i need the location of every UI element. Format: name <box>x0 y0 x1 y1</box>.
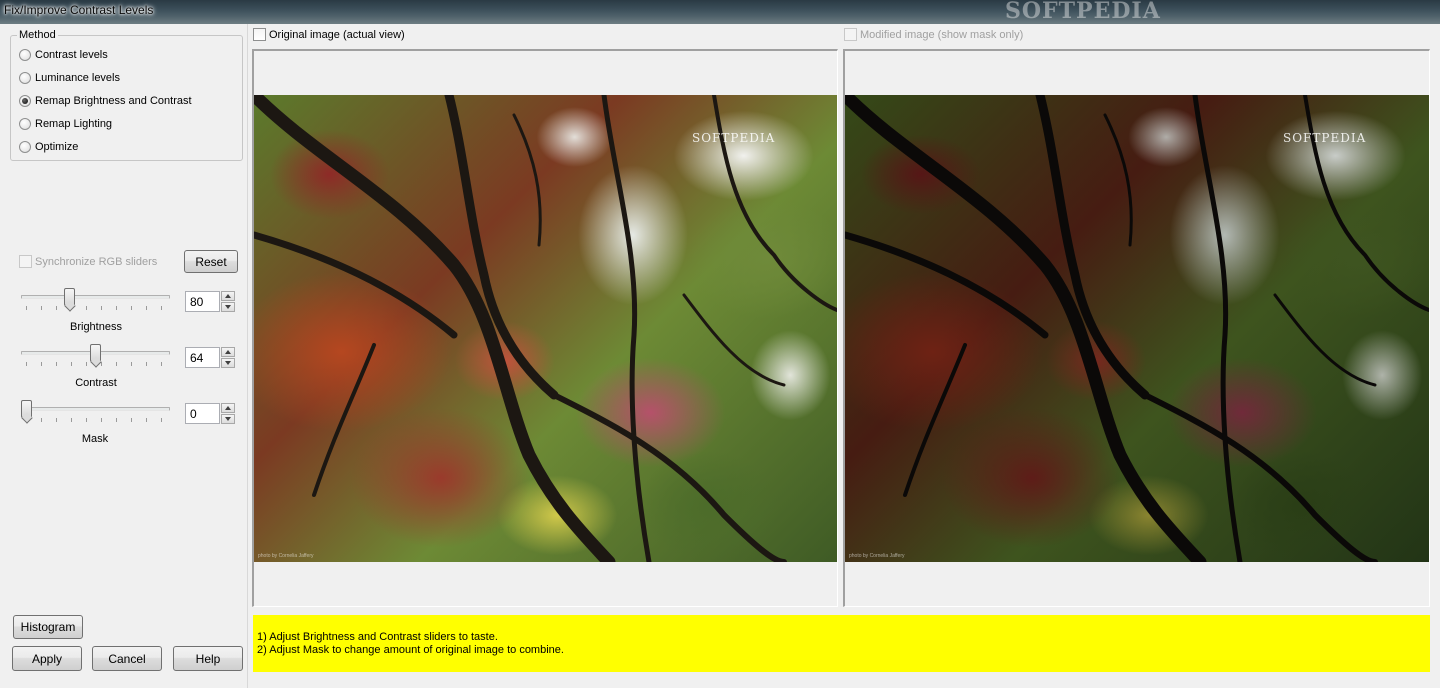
sync-rgb-checkbox-row[interactable]: Synchronize RGB sliders <box>19 255 157 268</box>
help-button[interactable]: Help <box>173 646 243 671</box>
radio-label: Remap Brightness and Contrast <box>35 95 192 107</box>
reset-button[interactable]: Reset <box>184 250 238 273</box>
instructions-box: 1) Adjust Brightness and Contrast slider… <box>253 615 1430 672</box>
original-image: SOFTPEDIA photo by Cornelia Jaffery <box>254 95 837 562</box>
method-legend: Method <box>17 29 58 41</box>
mask-slider-ticks <box>26 418 166 422</box>
modified-view-checkbox[interactable] <box>844 28 857 41</box>
apply-button[interactable]: Apply <box>12 646 82 671</box>
original-view-checkbox-row[interactable]: Original image (actual view) <box>253 28 405 41</box>
mask-spinner[interactable] <box>221 403 235 424</box>
modified-image: SOFTPEDIA photo by Cornelia Jaffery <box>845 95 1429 562</box>
brightness-slider-ticks <box>26 306 166 310</box>
image-watermark: SOFTPEDIA <box>692 131 776 145</box>
radio-button-selected[interactable] <box>19 95 31 107</box>
radio-button[interactable] <box>19 49 31 61</box>
contrast-spinner[interactable] <box>221 347 235 368</box>
radio-luminance-levels[interactable]: Luminance levels <box>19 70 120 86</box>
branches-overlay <box>254 95 837 562</box>
instruction-line-1: 1) Adjust Brightness and Contrast slider… <box>257 631 498 643</box>
modified-view-label: Modified image (show mask only) <box>860 28 1024 41</box>
spin-up-icon[interactable] <box>221 403 235 413</box>
mask-value-input[interactable]: 0 <box>185 403 220 424</box>
cancel-button[interactable]: Cancel <box>92 646 162 671</box>
contrast-label: Contrast <box>75 377 117 389</box>
window-title: Fix/Improve Contrast Levels <box>4 3 154 17</box>
title-watermark: SOFTPEDIA <box>1005 0 1161 24</box>
radio-contrast-levels[interactable]: Contrast levels <box>19 47 108 63</box>
spin-down-icon[interactable] <box>221 302 235 312</box>
brightness-slider-track[interactable] <box>21 295 170 299</box>
radio-button[interactable] <box>19 118 31 130</box>
modified-view-checkbox-row[interactable]: Modified image (show mask only) <box>844 28 1023 41</box>
radio-remap-lighting[interactable]: Remap Lighting <box>19 116 112 132</box>
mask-slider-thumb[interactable] <box>21 400 32 418</box>
radio-label: Remap Lighting <box>35 118 113 130</box>
title-bar[interactable]: Fix/Improve Contrast Levels SOFTPEDIA <box>0 0 1440 24</box>
spin-up-icon[interactable] <box>221 291 235 301</box>
image-credit: photo by Cornelia Jaffery <box>258 553 314 559</box>
branches-overlay <box>845 95 1429 562</box>
brightness-slider-thumb[interactable] <box>64 288 76 306</box>
brightness-value-input[interactable]: 80 <box>185 291 220 312</box>
image-credit: photo by Cornelia Jaffery <box>849 553 905 559</box>
radio-label: Luminance levels <box>35 72 120 84</box>
contrast-slider-thumb[interactable] <box>90 344 101 362</box>
histogram-button[interactable]: Histogram <box>13 615 83 639</box>
brightness-label: Brightness <box>70 321 122 333</box>
radio-label: Optimize <box>35 141 79 153</box>
radio-optimize[interactable]: Optimize <box>19 139 78 155</box>
contrast-value-input[interactable]: 64 <box>185 347 220 368</box>
sync-rgb-label: Synchronize RGB sliders <box>35 255 158 268</box>
spin-up-icon[interactable] <box>221 347 235 357</box>
radio-label: Contrast levels <box>35 49 108 61</box>
sync-rgb-checkbox[interactable] <box>19 255 32 268</box>
mask-label: Mask <box>81 433 109 445</box>
spin-down-icon[interactable] <box>221 414 235 424</box>
radio-button[interactable] <box>19 141 31 153</box>
brightness-spinner[interactable] <box>221 291 235 312</box>
mask-slider-track[interactable] <box>21 407 170 411</box>
original-view-checkbox[interactable] <box>253 28 266 41</box>
instruction-line-2: 2) Adjust Mask to change amount of origi… <box>257 644 564 656</box>
spin-down-icon[interactable] <box>221 358 235 368</box>
image-watermark: SOFTPEDIA <box>1283 131 1367 145</box>
original-view-label: Original image (actual view) <box>269 28 405 41</box>
radio-remap-brightness-contrast[interactable]: Remap Brightness and Contrast <box>19 93 192 109</box>
radio-button[interactable] <box>19 72 31 84</box>
